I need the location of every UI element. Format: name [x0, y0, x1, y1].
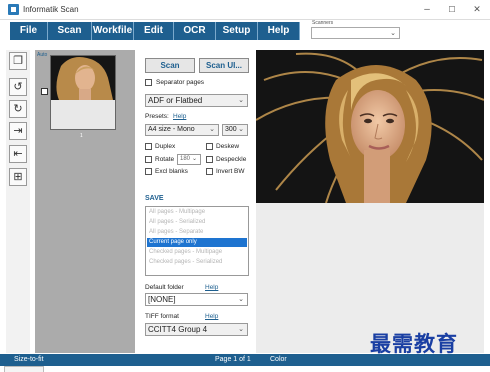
chevron-down-icon: ⌄ [209, 126, 215, 133]
save-option[interactable]: Current page only [147, 238, 247, 247]
default-folder-help-link[interactable]: Help [205, 284, 218, 291]
page-icon[interactable]: ❐ [9, 52, 27, 70]
menu-scan[interactable]: Scan [48, 22, 92, 40]
chevron-down-icon: ⌄ [238, 326, 244, 333]
scanners-select[interactable]: ⌄ [311, 27, 400, 39]
save-option[interactable]: All pages - Multipage [147, 208, 247, 217]
rotate-right-icon[interactable]: ↻ [9, 100, 27, 118]
menu-file[interactable]: File [10, 22, 48, 40]
deskew-label: Deskew [216, 143, 240, 150]
source-value: ADF or Flatbed [148, 96, 203, 105]
page-status: Page 1 of 1 [215, 356, 251, 363]
rotate-left-icon[interactable]: ↺ [9, 78, 27, 96]
chevron-down-icon: ⌄ [238, 97, 244, 104]
window-title: Informatik Scan [23, 5, 79, 14]
auto-link[interactable]: Auto [37, 52, 47, 58]
scan-button[interactable]: Scan [145, 58, 195, 73]
export-icon[interactable]: ⇥ [9, 122, 27, 140]
rotate-label: Rotate [155, 156, 175, 163]
rotate-angle-value: 180 [180, 156, 191, 162]
dpi-value: 300 [225, 126, 237, 133]
save-option[interactable]: Checked pages - Serialized [147, 258, 247, 267]
zoom-status: Size-to-fit [14, 356, 44, 363]
menu-setup[interactable]: Setup [216, 22, 258, 40]
save-option[interactable]: All pages - Separate [147, 228, 247, 237]
source-select[interactable]: ADF or Flatbed ⌄ [145, 94, 248, 107]
preview-image [256, 50, 484, 203]
menu-workfile[interactable]: Workfile [92, 22, 134, 40]
color-mode-status: Color [270, 356, 287, 363]
rotate-checkbox[interactable] [145, 156, 152, 163]
chevron-down-icon: ⌄ [238, 296, 244, 303]
tiff-format-value: CCITT4 Group 4 [148, 325, 208, 334]
save-heading: SAVE [145, 195, 164, 202]
thumbnail-page-number: 1 [80, 133, 83, 139]
chevron-down-icon: ⌄ [191, 156, 197, 162]
close-button[interactable]: ✕ [470, 3, 484, 16]
duplex-checkbox[interactable] [145, 143, 152, 150]
watermark-text: 最需教育 [370, 331, 458, 356]
title-bar: Informatik Scan – ☐ ✕ [0, 0, 490, 20]
menu-help[interactable]: Help [258, 22, 300, 40]
page-thumbnail[interactable] [50, 55, 116, 130]
save-option[interactable]: Checked pages - Multipage [147, 248, 247, 257]
scanners-label: Scanners [312, 20, 334, 26]
invert-bw-checkbox[interactable] [206, 168, 213, 175]
default-folder-value: [NONE] [148, 295, 176, 304]
presets-help-link[interactable]: Help [173, 113, 186, 120]
import-icon[interactable]: ⇤ [9, 145, 27, 163]
excl-blanks-label: Excl blanks [155, 168, 188, 175]
invert-bw-label: Invert BW [216, 168, 245, 175]
save-mode-list[interactable]: All pages - Multipage All pages - Seriali… [145, 206, 249, 276]
page-size-select[interactable]: A4 size - Mono ⌄ [145, 124, 219, 136]
app-icon [8, 4, 19, 15]
excl-blanks-checkbox[interactable] [145, 168, 152, 175]
bottom-tab [4, 366, 44, 372]
minimize-button[interactable]: – [420, 3, 434, 16]
separator-pages-checkbox[interactable] [145, 79, 152, 86]
chevron-down-icon: ⌄ [390, 30, 396, 37]
dpi-select[interactable]: 300 ⌄ [222, 124, 248, 136]
tiff-format-help-link[interactable]: Help [205, 313, 218, 320]
despeckle-label: Despeckle [216, 156, 247, 163]
maximize-button[interactable]: ☐ [445, 3, 459, 16]
tiff-format-select[interactable]: CCITT4 Group 4 ⌄ [145, 323, 248, 336]
page-size-value: A4 size - Mono [148, 126, 195, 133]
menu-ocr[interactable]: OCR [174, 22, 216, 40]
menu-edit[interactable]: Edit [134, 22, 174, 40]
default-folder-label: Default folder [145, 284, 184, 291]
chevron-down-icon: ⌄ [238, 126, 244, 133]
scan-preview[interactable] [256, 50, 484, 203]
thumbnail-image [51, 56, 115, 100]
save-option[interactable]: All pages - Serialized [147, 218, 247, 227]
scan-ui-button[interactable]: Scan UI... [199, 58, 249, 73]
tool-column: ❐ ↺ ↻ ⇥ ⇤ ⊞ [6, 50, 30, 353]
merge-icon[interactable]: ⊞ [9, 168, 27, 186]
default-folder-select[interactable]: [NONE] ⌄ [145, 293, 248, 306]
presets-label: Presets: [145, 113, 169, 120]
tiff-format-label: TIFF format [145, 313, 179, 320]
despeckle-checkbox[interactable] [206, 156, 213, 163]
deskew-checkbox[interactable] [206, 143, 213, 150]
rotate-angle-select[interactable]: 180 ⌄ [177, 154, 201, 165]
duplex-label: Duplex [155, 143, 176, 150]
menu-bar: File Scan Workfile Edit OCR Setup Help [10, 22, 300, 40]
thumbnail-checkbox[interactable] [41, 88, 48, 95]
separator-pages-label: Separator pages [156, 79, 205, 86]
